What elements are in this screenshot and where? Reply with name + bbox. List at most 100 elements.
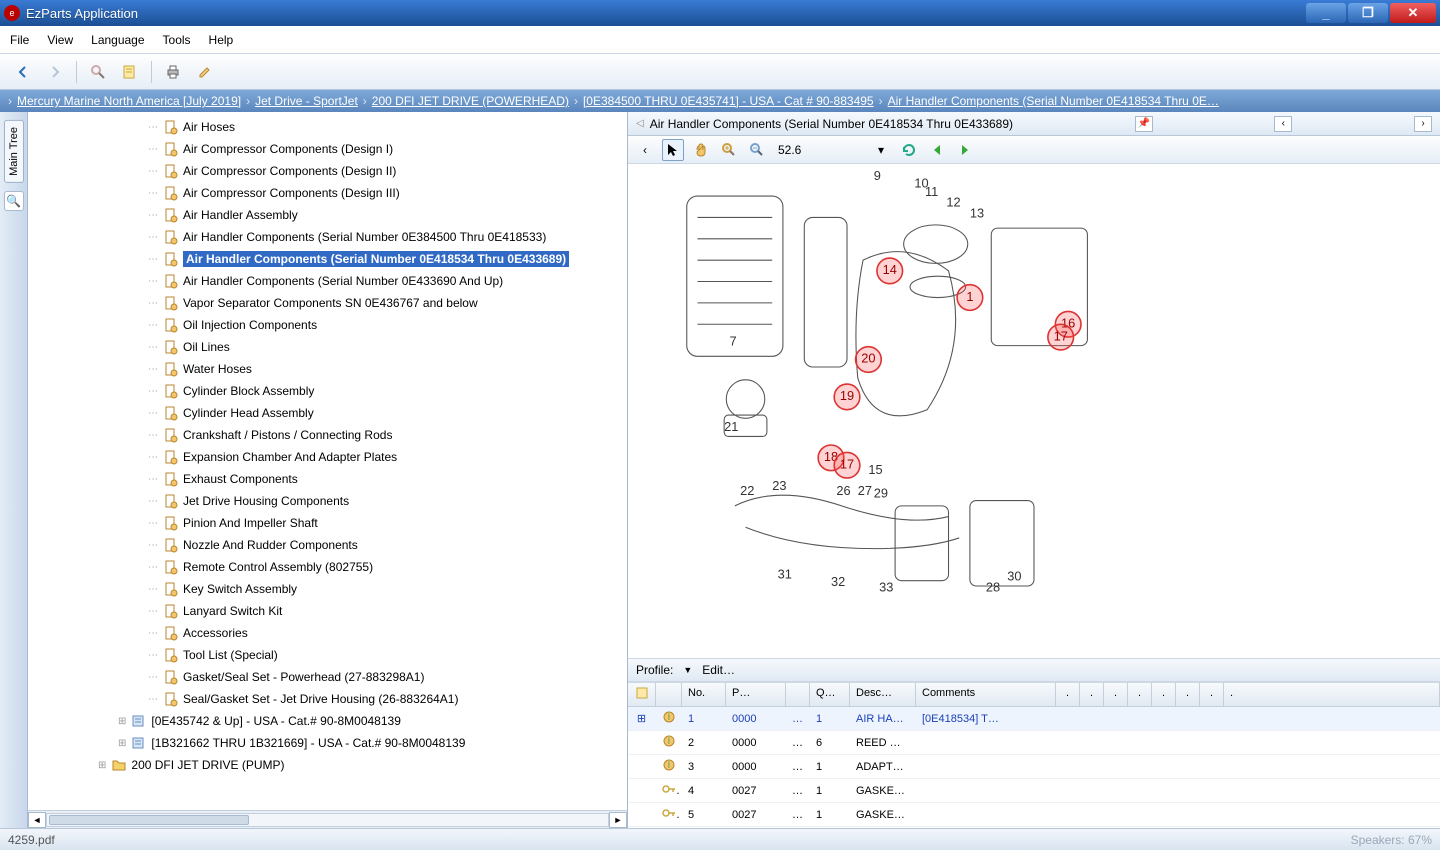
col-extra[interactable]: . bbox=[1224, 683, 1440, 706]
tree-item[interactable]: ⋯Air Hoses bbox=[28, 116, 627, 138]
tree-item[interactable]: ⋯Air Handler Assembly bbox=[28, 204, 627, 226]
expand-icon[interactable]: ⊞ bbox=[118, 738, 125, 749]
next-page-button[interactable]: › bbox=[1414, 116, 1432, 132]
tree-item[interactable]: ⋯Tool List (Special) bbox=[28, 644, 627, 666]
tree-item[interactable]: ⋯Exhaust Components bbox=[28, 468, 627, 490]
profile-edit-link[interactable]: Edit… bbox=[702, 663, 735, 677]
tree-scroll-area[interactable]: ⋯Air Hoses⋯Air Compressor Components (De… bbox=[28, 112, 627, 810]
scroll-left-button[interactable]: ◄ bbox=[28, 812, 46, 828]
menu-help[interactable]: Help bbox=[209, 33, 234, 47]
tree-item[interactable]: ⋯Remote Control Assembly (802755) bbox=[28, 556, 627, 578]
tree-item[interactable]: ⊞[1B321662 THRU 1B321669] - USA - Cat.# … bbox=[28, 732, 627, 754]
tree-item[interactable]: ⋯Water Hoses bbox=[28, 358, 627, 380]
tree-item[interactable]: ⋯Jet Drive Housing Components bbox=[28, 490, 627, 512]
col-icon[interactable] bbox=[656, 683, 682, 706]
diagram-viewport[interactable]: 1412016171918179101112137211522232627293… bbox=[628, 164, 1440, 658]
tree-item[interactable]: ⋯Air Compressor Components (Design I) bbox=[28, 138, 627, 160]
tree-item[interactable]: ⋯Oil Lines bbox=[28, 336, 627, 358]
col-p[interactable]: P… bbox=[726, 683, 786, 706]
breadcrumb-2[interactable]: 200 DFI JET DRIVE (POWERHEAD) bbox=[372, 94, 569, 108]
breadcrumb-3[interactable]: [0E384500 THRU 0E435741] - USA - Cat # 9… bbox=[583, 94, 874, 108]
col-extra[interactable]: . bbox=[1152, 683, 1176, 706]
tree-item[interactable]: ⋯Cylinder Head Assembly bbox=[28, 402, 627, 424]
nav-back-button[interactable] bbox=[10, 59, 36, 85]
scroll-track[interactable] bbox=[46, 813, 609, 827]
pin-button[interactable]: 📌 bbox=[1135, 116, 1153, 132]
tree-item[interactable]: ⊞200 DFI JET DRIVE (PUMP) bbox=[28, 754, 627, 776]
col-extra[interactable]: . bbox=[1200, 683, 1224, 706]
window-maximize-button[interactable]: ❐ bbox=[1348, 3, 1388, 23]
col-extra[interactable]: . bbox=[1128, 683, 1152, 706]
scroll-right-button[interactable]: ► bbox=[609, 812, 627, 828]
window-minimize-button[interactable]: _ bbox=[1306, 3, 1346, 23]
grid-row[interactable]: 40027…1GASKE… bbox=[628, 779, 1440, 803]
tree-item[interactable]: ⋯Air Compressor Components (Design III) bbox=[28, 182, 627, 204]
sidebar-search-button[interactable]: 🔍 bbox=[4, 191, 24, 211]
tree-item[interactable]: ⋯Pinion And Impeller Shaft bbox=[28, 512, 627, 534]
col-expand[interactable] bbox=[628, 683, 656, 706]
search-button[interactable] bbox=[85, 59, 111, 85]
refresh-button[interactable] bbox=[898, 139, 920, 161]
scroll-thumb[interactable] bbox=[49, 815, 249, 825]
col-comments[interactable]: Comments bbox=[916, 683, 1056, 706]
hotspot-14[interactable]: 14 bbox=[877, 258, 903, 284]
zoom-dropdown-button[interactable]: ▾ bbox=[870, 139, 892, 161]
tree-h-scrollbar[interactable]: ◄ ► bbox=[28, 810, 627, 828]
col-extra[interactable]: . bbox=[1080, 683, 1104, 706]
hotspot-19[interactable]: 19 bbox=[834, 384, 860, 410]
pointer-tool-button[interactable] bbox=[662, 139, 684, 161]
pan-tool-button[interactable] bbox=[690, 139, 712, 161]
menu-view[interactable]: View bbox=[47, 33, 73, 47]
grid-row[interactable]: 50027…1GASKE… bbox=[628, 803, 1440, 827]
row-expand-icon[interactable]: ⊞ bbox=[628, 712, 656, 725]
zoom-out-button[interactable] bbox=[746, 139, 768, 161]
grid-row[interactable]: i30000…1ADAPT… bbox=[628, 755, 1440, 779]
hotspot-1[interactable]: 1 bbox=[957, 285, 983, 311]
zoom-value[interactable]: 52.6 bbox=[774, 141, 864, 159]
col-q[interactable]: Q… bbox=[810, 683, 850, 706]
edit-button[interactable] bbox=[192, 59, 218, 85]
print-button[interactable] bbox=[160, 59, 186, 85]
tree-item[interactable]: ⋯Vapor Separator Components SN 0E436767 … bbox=[28, 292, 627, 314]
tree-item[interactable]: ⋯Seal/Gasket Set - Jet Drive Housing (26… bbox=[28, 688, 627, 710]
hotspot-17[interactable]: 17 bbox=[1048, 324, 1074, 350]
breadcrumb-root[interactable]: Mercury Marine North America [July 2019] bbox=[17, 94, 241, 108]
tree-item[interactable]: ⋯Air Handler Components (Serial Number 0… bbox=[28, 226, 627, 248]
menu-language[interactable]: Language bbox=[91, 33, 144, 47]
tree-item[interactable]: ⋯Air Compressor Components (Design II) bbox=[28, 160, 627, 182]
tree-item[interactable]: ⋯Crankshaft / Pistons / Connecting Rods bbox=[28, 424, 627, 446]
tree-item[interactable]: ⋯Key Switch Assembly bbox=[28, 578, 627, 600]
hotspot-20[interactable]: 20 bbox=[856, 347, 882, 373]
prev-hotspot-button[interactable] bbox=[926, 139, 948, 161]
next-hotspot-button[interactable] bbox=[954, 139, 976, 161]
notes-button[interactable] bbox=[117, 59, 143, 85]
breadcrumb-current[interactable]: Air Handler Components (Serial Number 0E… bbox=[888, 94, 1219, 108]
breadcrumb-1[interactable]: Jet Drive - SportJet bbox=[255, 94, 358, 108]
window-close-button[interactable]: ✕ bbox=[1390, 3, 1436, 23]
tree-item[interactable]: ⋯Oil Injection Components bbox=[28, 314, 627, 336]
tree-item[interactable]: ⋯Nozzle And Rudder Components bbox=[28, 534, 627, 556]
grid-row[interactable]: i20000…6REED … bbox=[628, 731, 1440, 755]
tree-item[interactable]: ⊞[0E435742 & Up] - USA - Cat.# 90-8M0048… bbox=[28, 710, 627, 732]
expand-icon[interactable]: ⊞ bbox=[98, 760, 105, 771]
tree-item[interactable]: ⋯Cylinder Block Assembly bbox=[28, 380, 627, 402]
prev-page-button[interactable]: ‹ bbox=[1274, 116, 1292, 132]
zoom-in-button[interactable] bbox=[718, 139, 740, 161]
menu-file[interactable]: File bbox=[10, 33, 29, 47]
tree-item[interactable]: ⋯Air Handler Components (Serial Number 0… bbox=[28, 270, 627, 292]
profile-dropdown-icon[interactable]: ▼ bbox=[683, 665, 692, 675]
tree-item[interactable]: ⋯Air Handler Components (Serial Number 0… bbox=[28, 248, 627, 270]
nav-forward-button[interactable] bbox=[42, 59, 68, 85]
hotspot-17[interactable]: 17 bbox=[834, 452, 860, 478]
col-dots[interactable] bbox=[786, 683, 810, 706]
col-extra[interactable]: . bbox=[1056, 683, 1080, 706]
tab-main-tree[interactable]: Main Tree bbox=[4, 120, 24, 183]
col-no[interactable]: No. bbox=[682, 683, 726, 706]
col-extra[interactable]: . bbox=[1104, 683, 1128, 706]
tree-item[interactable]: ⋯Accessories bbox=[28, 622, 627, 644]
tree-item[interactable]: ⋯Lanyard Switch Kit bbox=[28, 600, 627, 622]
col-extra[interactable]: . bbox=[1176, 683, 1200, 706]
grid-row[interactable]: ⊞i10000…1AIR HA…[0E418534] T… bbox=[628, 707, 1440, 731]
collapse-icon[interactable]: ◁ bbox=[636, 118, 644, 129]
img-back-button[interactable]: ‹ bbox=[634, 139, 656, 161]
